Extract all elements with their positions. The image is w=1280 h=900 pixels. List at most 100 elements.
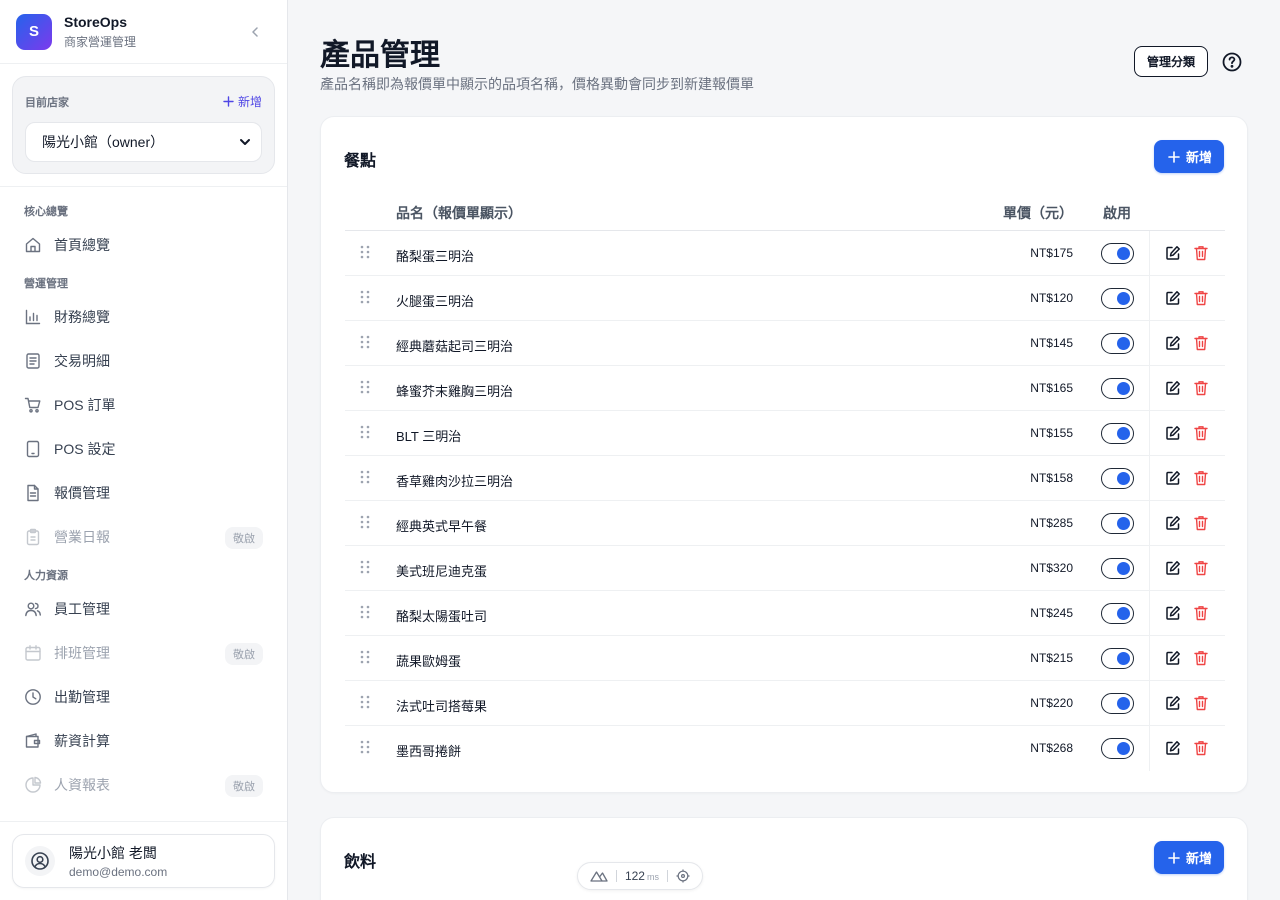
edit-icon[interactable] [1165,290,1181,306]
trash-icon[interactable] [1194,425,1208,441]
enable-toggle[interactable] [1101,513,1134,534]
clipboard-icon [24,528,42,546]
edit-icon[interactable] [1165,560,1181,576]
trash-icon[interactable] [1194,245,1208,261]
table-row: BLT 三明治 NT$155 [345,411,1225,456]
add-store-button[interactable]: 新增 [223,93,262,110]
drag-handle-icon[interactable] [359,289,371,305]
store-select[interactable]: 陽光小館（owner） [25,122,262,162]
product-name: 美式班尼迪克蛋 [396,564,488,579]
nav-item-payroll[interactable]: 薪資計算 [12,719,275,763]
nav-item-pos-settings[interactable]: POS 設定 [12,427,275,471]
nav-item-home[interactable]: 首頁總覽 [12,223,275,267]
product-price: NT$320 [1030,561,1073,575]
edit-icon[interactable] [1165,605,1181,621]
toggle-knob [1117,247,1130,260]
edit-icon[interactable] [1165,425,1181,441]
drag-handle-icon[interactable] [359,559,371,575]
enable-toggle[interactable] [1101,243,1134,264]
edit-icon[interactable] [1165,380,1181,396]
enable-toggle[interactable] [1101,738,1134,759]
user-card[interactable]: 陽光小館 老闆 demo@demo.com [12,834,275,888]
enable-toggle[interactable] [1101,333,1134,354]
home-icon [24,236,42,254]
trash-icon[interactable] [1194,740,1208,756]
product-name: BLT 三明治 [396,429,462,444]
nav-item-daily-report[interactable]: 營業日報 敬啟 [12,515,275,559]
table-header: 品名（報價單顯示） 單價（元） 啟用 [345,193,1225,231]
manage-categories-button[interactable]: 管理分類 [1134,46,1209,77]
trash-icon[interactable] [1194,380,1208,396]
drag-handle-icon[interactable] [359,694,371,710]
enable-toggle[interactable] [1101,558,1134,579]
store-label: 目前店家 [25,96,69,109]
trash-icon[interactable] [1194,695,1208,711]
enable-toggle[interactable] [1101,468,1134,489]
product-name: 火腿蛋三明治 [396,294,475,309]
nav-item-pos-orders[interactable]: POS 訂單 [12,383,275,427]
enable-toggle[interactable] [1101,423,1134,444]
store-select-value: 陽光小館（owner） [42,134,165,150]
edit-icon[interactable] [1165,740,1181,756]
drag-handle-icon[interactable] [359,379,371,395]
drag-handle-icon[interactable] [359,514,371,530]
enable-toggle[interactable] [1101,693,1134,714]
nav-item-label: 薪資計算 [54,733,110,749]
drag-handle-icon[interactable] [359,739,371,755]
product-table: 品名（報價單顯示） 單價（元） 啟用 酪梨蛋三明治 NT$175 火腿蛋三明治 NT$… [345,193,1225,771]
trash-icon[interactable] [1194,335,1208,351]
enable-toggle[interactable] [1101,648,1134,669]
trash-icon[interactable] [1194,470,1208,486]
add-product-button[interactable]: 新增 [1153,140,1224,173]
perf-separator [666,870,668,882]
drag-handle-icon[interactable] [359,334,371,350]
help-button[interactable] [1221,51,1243,73]
edit-icon[interactable] [1165,650,1181,666]
avatar [25,846,55,876]
edit-icon[interactable] [1165,470,1181,486]
nav-item-quotes[interactable]: 報價管理 [12,471,275,515]
product-price: NT$145 [1030,336,1073,350]
actions-divider [1149,726,1150,771]
nav-item-transactions[interactable]: 交易明細 [12,339,275,383]
trash-icon[interactable] [1194,290,1208,306]
drag-handle-icon[interactable] [359,424,371,440]
nav-item-hr-reports[interactable]: 人資報表 敬啟 [12,763,275,807]
help-circle-icon [1222,52,1242,72]
enable-toggle[interactable] [1101,603,1134,624]
edit-icon[interactable] [1165,245,1181,261]
perf-readout: 122 ms [625,869,659,883]
nav-item-staff[interactable]: 員工管理 [12,587,275,631]
store-header: 目前店家 新增 [25,93,262,110]
perf-unit: ms [646,872,659,882]
drag-handle-icon[interactable] [359,649,371,665]
tablet-icon [24,440,42,458]
add-product-button[interactable]: 新增 [1153,841,1224,874]
trash-icon[interactable] [1194,515,1208,531]
column-header-name: 品名（報價單顯示） [396,205,522,221]
nav-item-label: 交易明細 [54,353,110,369]
drag-handle-icon[interactable] [359,469,371,485]
collapse-sidebar-button[interactable] [245,22,265,42]
enable-toggle[interactable] [1101,288,1134,309]
toggle-knob [1117,337,1130,350]
edit-icon[interactable] [1165,335,1181,351]
crosshair-icon[interactable] [676,869,690,883]
enable-toggle[interactable] [1101,378,1134,399]
wallet-icon [24,732,42,750]
category-card-drinks: 飲料 新增 [320,817,1248,900]
edit-icon[interactable] [1165,695,1181,711]
nav-item-finance[interactable]: 財務總覽 [12,295,275,339]
nav-item-scheduling[interactable]: 排班管理 敬啟 [12,631,275,675]
trash-icon[interactable] [1194,650,1208,666]
trash-icon[interactable] [1194,560,1208,576]
product-name: 蜂蜜芥末雞胸三明治 [396,384,514,399]
drag-handle-icon[interactable] [359,604,371,620]
edit-icon[interactable] [1165,515,1181,531]
trash-icon[interactable] [1194,605,1208,621]
brand-header: S StoreOps 商家營運管理 [0,0,287,64]
product-name: 酪梨蛋三明治 [396,249,475,264]
toggle-knob [1117,607,1130,620]
nav-item-attendance[interactable]: 出勤管理 [12,675,275,719]
drag-handle-icon[interactable] [359,244,371,260]
